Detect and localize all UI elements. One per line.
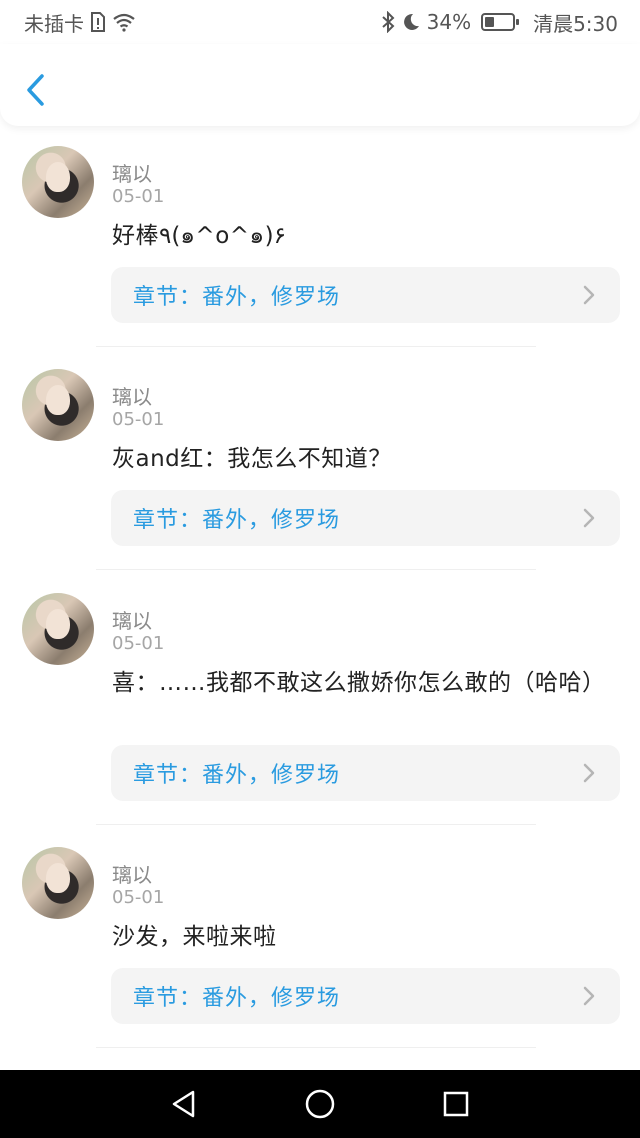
chapter-label: 章节：番外，修罗场 [133, 285, 341, 310]
comment-item: 璃以 05-01 沙发，来啦来啦 章节：番外，修罗场 [0, 829, 640, 1053]
comment-text: 沙发，来啦来啦 [112, 924, 277, 950]
chevron-left-icon [27, 74, 44, 106]
status-bar: 未插卡 34% 清晨5:30 [0, 0, 640, 44]
battery-percent: 34% [426, 10, 472, 34]
navigation-bar [0, 1070, 640, 1138]
square-recents-icon [443, 1091, 469, 1117]
header [0, 44, 640, 126]
comment-item: 璃以 05-01 喜：……我都不敢这么撒娇你怎么敢的（哈哈） 章节：番外，修罗场 [0, 575, 640, 829]
sim-alert-icon [90, 12, 106, 32]
status-right: 34% 清晨5:30 [381, 8, 618, 37]
comment-date: 05-01 [112, 633, 165, 654]
triangle-back-icon [172, 1090, 195, 1118]
divider [96, 824, 536, 825]
divider [96, 346, 536, 347]
circle-home-icon [305, 1089, 335, 1119]
bluetooth-icon [381, 11, 395, 33]
avatar[interactable] [22, 593, 94, 665]
battery-icon [481, 13, 520, 31]
username[interactable]: 璃以 [112, 381, 152, 410]
chapter-link[interactable]: 章节：番外，修罗场 [111, 490, 620, 546]
chevron-right-icon [583, 508, 595, 528]
avatar[interactable] [22, 146, 94, 218]
clock: 清晨5:30 [533, 11, 618, 36]
avatar[interactable] [22, 369, 94, 441]
chevron-right-icon [583, 986, 595, 1006]
back-button[interactable] [18, 70, 52, 110]
comment-text: 喜：……我都不敢这么撒娇你怎么敢的（哈哈） [112, 670, 606, 696]
avatar[interactable] [22, 847, 94, 919]
chevron-right-icon [583, 763, 595, 783]
wifi-icon [112, 12, 136, 32]
chapter-link[interactable]: 章节：番外，修罗场 [111, 968, 620, 1024]
status-left: 未插卡 [24, 8, 136, 37]
comment-item: 璃以 05-01 灰and红：我怎么不知道？ 章节：番外，修罗场 [0, 351, 640, 575]
username[interactable]: 璃以 [112, 158, 152, 187]
battery-level [485, 17, 495, 27]
comment-date: 05-01 [112, 409, 165, 430]
comment-list: 璃以 05-01 好棒٩(๑^o^๑)۶ 章节：番外，修罗场 璃以 05-01 … [0, 128, 640, 1053]
nav-recents-button[interactable] [388, 1070, 524, 1138]
chapter-label: 章节：番外，修罗场 [133, 508, 341, 533]
divider [96, 569, 536, 570]
chapter-link[interactable]: 章节：番外，修罗场 [111, 267, 620, 323]
chevron-right-icon [583, 285, 595, 305]
chapter-label: 章节：番外，修罗场 [133, 986, 341, 1011]
comment-date: 05-01 [112, 186, 165, 207]
carrier-text: 未插卡 [24, 11, 84, 36]
moon-icon [401, 12, 421, 32]
divider [96, 1047, 536, 1048]
comment-item: 璃以 05-01 好棒٩(๑^o^๑)۶ 章节：番外，修罗场 [0, 128, 640, 351]
nav-back-button[interactable] [116, 1070, 252, 1138]
screen: 未插卡 34% 清晨5:30 璃以 05-01 好棒٩(๑^o^๑)۶ 章节：番… [0, 0, 640, 1138]
chapter-link[interactable]: 章节：番外，修罗场 [111, 745, 620, 801]
username[interactable]: 璃以 [112, 859, 152, 888]
comment-text: 灰and红：我怎么不知道？ [112, 446, 392, 472]
nav-home-button[interactable] [252, 1070, 388, 1138]
comment-text: 好棒٩(๑^o^๑)۶ [112, 223, 286, 249]
chapter-label: 章节：番外，修罗场 [133, 763, 341, 788]
username[interactable]: 璃以 [112, 605, 152, 634]
comment-date: 05-01 [112, 887, 165, 908]
